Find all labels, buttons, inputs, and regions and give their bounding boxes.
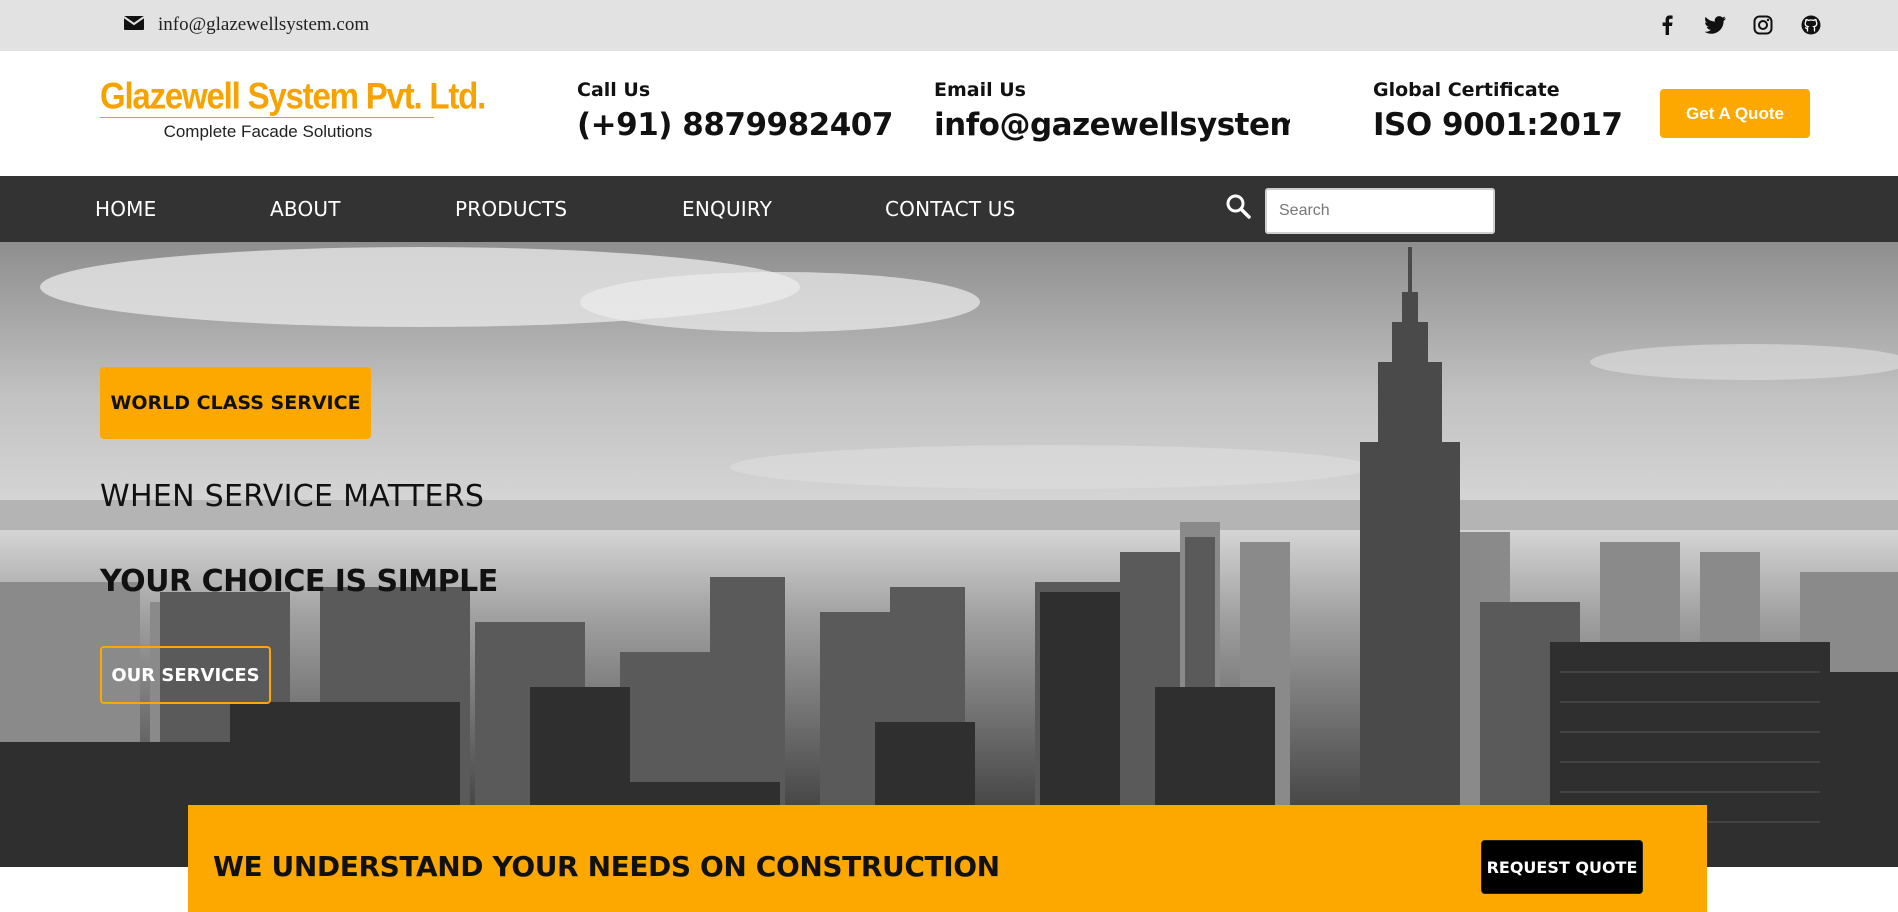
hero-heading: YOUR CHOICE IS SIMPLE <box>100 564 498 599</box>
request-quote-button[interactable]: REQUEST QUOTE <box>1481 840 1643 894</box>
city-skyline-image <box>0 242 1898 867</box>
certificate-label: Global Certificate <box>1373 79 1560 101</box>
topbar-email[interactable]: info@glazewellsystem.com <box>123 14 370 36</box>
construction-banner: WE UNDERSTAND YOUR NEEDS ON CONSTRUCTION… <box>188 805 1707 912</box>
site-header: Glazewell System Pvt. Ltd. Complete Faca… <box>0 51 1898 176</box>
search-icon[interactable] <box>1225 193 1251 224</box>
certificate-block: Global Certificate ISO 9001:2017 <box>1373 79 1623 143</box>
nav-item-enquiry[interactable]: ENQUIRY <box>682 197 772 221</box>
email-us-label: Email Us <box>934 79 1026 101</box>
nav-item-about[interactable]: ABOUT <box>270 197 341 221</box>
call-us-block: Call Us (+91) 8879982407 <box>577 79 893 143</box>
certificate-value: ISO 9001:2017 <box>1373 107 1623 143</box>
facebook-icon[interactable] <box>1656 14 1678 36</box>
top-bar: info@glazewellsystem.com <box>0 0 1898 51</box>
twitter-icon[interactable] <box>1704 14 1726 36</box>
logo-subtitle: Complete Facade Solutions <box>163 122 373 141</box>
email-us-block: Email Us info@gazewellsystem.com <box>934 79 1290 143</box>
hero-section: WORLD CLASS SERVICE WHEN SERVICE MATTERS… <box>0 242 1898 867</box>
envelope-icon <box>123 15 145 36</box>
github-icon[interactable] <box>1800 14 1822 36</box>
hero-subheading: WHEN SERVICE MATTERS <box>100 479 485 514</box>
nav-item-contact-us[interactable]: CONTACT US <box>885 197 1016 221</box>
instagram-icon[interactable] <box>1752 14 1774 36</box>
topbar-email-text: info@glazewellsystem.com <box>158 14 370 35</box>
our-services-button[interactable]: OUR SERVICES <box>100 646 271 704</box>
social-links <box>1656 14 1822 36</box>
logo-title: Glazewell System Pvt. Ltd. <box>100 75 486 117</box>
call-us-label: Call Us <box>577 79 651 101</box>
nav-item-products[interactable]: PRODUCTS <box>455 197 567 221</box>
company-logo[interactable]: Glazewell System Pvt. Ltd. Complete Faca… <box>100 75 486 142</box>
world-class-service-badge: WORLD CLASS SERVICE <box>100 367 371 439</box>
search-input[interactable] <box>1265 188 1495 234</box>
main-navigation: HOME ABOUT PRODUCTS ENQUIRY CONTACT US <box>0 176 1898 242</box>
email-us-address[interactable]: info@gazewellsystem.com <box>934 107 1290 143</box>
banner-text: WE UNDERSTAND YOUR NEEDS ON CONSTRUCTION <box>213 850 1000 883</box>
get-a-quote-button[interactable]: Get A Quote <box>1660 89 1810 138</box>
call-us-number[interactable]: (+91) 8879982407 <box>577 107 893 143</box>
nav-item-home[interactable]: HOME <box>95 197 156 221</box>
